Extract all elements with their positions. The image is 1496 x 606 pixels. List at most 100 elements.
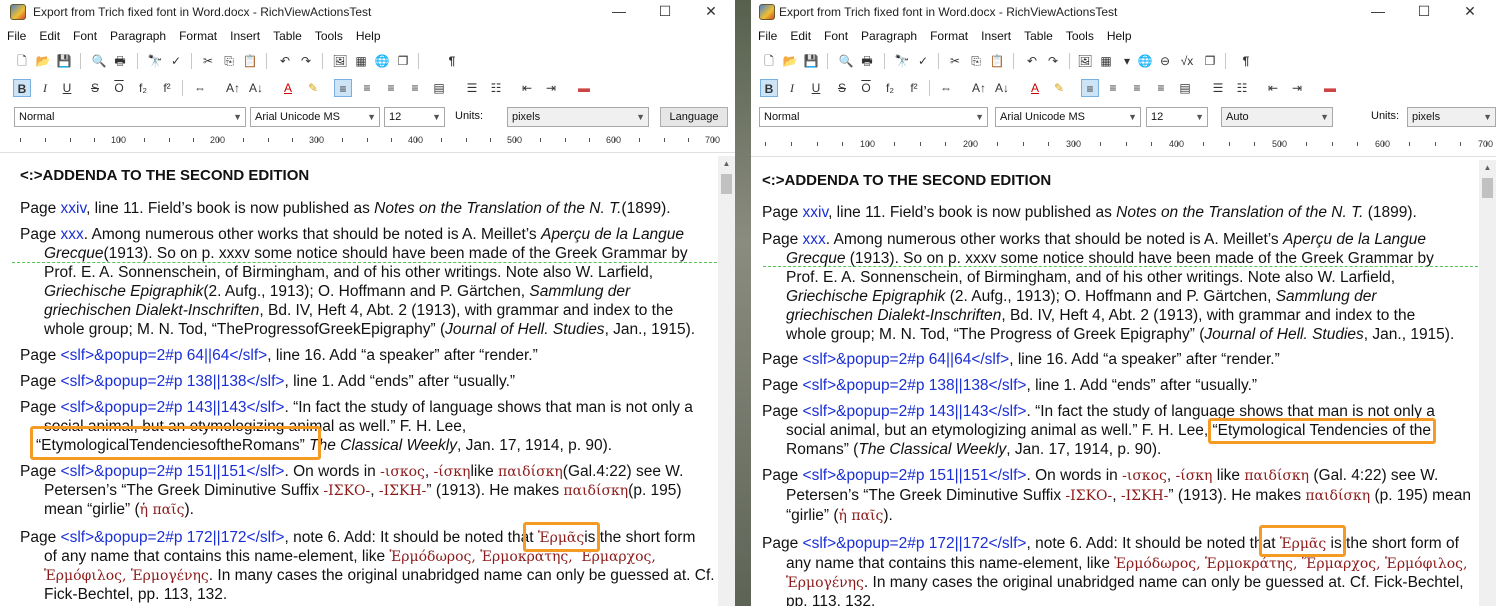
page-link[interactable]: <slf>&popup=2#p 138||138</slf> (803, 377, 1027, 394)
hide-text-icon[interactable]: ⇔ (937, 79, 955, 97)
strikethrough-icon[interactable]: S (833, 79, 851, 97)
underline-icon[interactable]: U (58, 79, 76, 97)
save-icon[interactable]: 💾 (802, 52, 820, 70)
insert-object-icon[interactable]: ❐ (1201, 52, 1219, 70)
print-preview-icon[interactable]: 🔍 (90, 52, 108, 70)
copy-icon[interactable]: ⎘ (967, 52, 985, 70)
italic-icon[interactable]: I (36, 79, 54, 97)
language-button[interactable]: Language (660, 107, 728, 127)
numbering-icon[interactable]: ☷ (487, 79, 505, 97)
insert-hyperlink-icon[interactable]: 🌐 (1136, 52, 1154, 70)
strikethrough-icon[interactable]: S (86, 79, 104, 97)
font-combo[interactable]: Arial Unicode MS ▼ (250, 107, 380, 127)
align-center-icon[interactable]: ≡ (358, 79, 376, 97)
menu-edit[interactable]: Edit (32, 26, 66, 43)
menu-file[interactable]: File (751, 26, 783, 43)
units-combo[interactable]: pixels ▼ (507, 107, 649, 127)
menu-paragraph[interactable]: Paragraph (103, 26, 172, 43)
menu-table[interactable]: Table (1017, 26, 1059, 43)
print-preview-icon[interactable]: 🔍 (837, 52, 855, 70)
spell-check-icon[interactable]: ✓ (167, 52, 185, 70)
minimize-button[interactable]: — (1355, 0, 1401, 24)
new-file-icon[interactable]: 🗋 (13, 52, 31, 70)
menu-insert[interactable]: Insert (223, 26, 266, 43)
menu-edit[interactable]: Edit (783, 26, 817, 43)
scroll-up-icon[interactable]: ▲ (1479, 160, 1496, 176)
menu-help[interactable]: Help (349, 26, 387, 43)
align-right-icon[interactable]: ≡ (1128, 79, 1146, 97)
font-combo[interactable]: Arial Unicode MS ▼ (995, 107, 1141, 127)
page-link[interactable]: xxiv (61, 200, 87, 217)
cut-icon[interactable]: ✂ (946, 52, 964, 70)
overline-icon[interactable]: O (110, 79, 128, 97)
minimize-button[interactable]: — (596, 0, 642, 24)
grow-font-icon[interactable]: A↑ (970, 79, 988, 97)
page-link[interactable]: <slf>&popup=2#p 151||151</slf> (61, 463, 285, 480)
decrease-indent-icon[interactable]: ⇤ (1264, 79, 1282, 97)
insert-picture-icon[interactable]: 🖼 (1076, 52, 1094, 70)
menu-font[interactable]: Font (66, 26, 103, 43)
maximize-button[interactable]: ☐ (1401, 0, 1447, 24)
align-right-icon[interactable]: ≡ (382, 79, 400, 97)
save-icon[interactable]: 💾 (55, 52, 73, 70)
page-link[interactable]: xxiv (803, 204, 829, 221)
insert-table-icon[interactable]: ▦ (352, 52, 370, 70)
close-button[interactable]: ✕ (688, 0, 734, 24)
insert-hyperlink-icon[interactable]: 🌐 (373, 52, 391, 70)
font-color-icon[interactable]: A (279, 79, 297, 97)
maximize-button[interactable]: ☐ (642, 0, 688, 24)
bold-icon[interactable]: B (760, 79, 778, 97)
new-file-icon[interactable]: 🗋 (760, 52, 778, 70)
table-dropdown-icon[interactable]: ▾ (1118, 52, 1136, 70)
increase-indent-icon[interactable]: ⇥ (542, 79, 560, 97)
style-combo[interactable]: Normal ▼ (759, 107, 988, 127)
close-button[interactable]: ✕ (1447, 0, 1493, 24)
page-link[interactable]: <slf>&popup=2#p 143||143</slf> (61, 399, 285, 416)
subscript-icon[interactable]: f₂ (881, 79, 899, 97)
distribute-icon[interactable]: ▤ (1176, 79, 1194, 97)
distribute-icon[interactable]: ▤ (430, 79, 448, 97)
menu-font[interactable]: Font (817, 26, 854, 43)
paste-icon[interactable]: 📋 (241, 52, 259, 70)
open-folder-icon[interactable]: 📂 (34, 52, 52, 70)
page-link[interactable]: <slf>&popup=2#p 151||151</slf> (803, 467, 1027, 484)
document-area[interactable]: ▲ <:>ADDENDA TO THE SECOND EDITION Page … (0, 156, 735, 606)
align-left-icon[interactable]: ≡ (1081, 79, 1099, 97)
page-link[interactable]: xxx (803, 231, 826, 248)
cut-icon[interactable]: ✂ (199, 52, 217, 70)
insert-symbol-icon[interactable]: ⊖ (1156, 52, 1174, 70)
auto-combo[interactable]: Auto ▼ (1221, 107, 1333, 127)
numbering-icon[interactable]: ☷ (1233, 79, 1251, 97)
undo-icon[interactable]: ↶ (1023, 52, 1041, 70)
menu-tools[interactable]: Tools (1059, 26, 1100, 43)
overline-icon[interactable]: O (857, 79, 875, 97)
ruler[interactable]: 100 200 300 400 500 600 700 (751, 135, 1496, 157)
redo-icon[interactable]: ↷ (1044, 52, 1062, 70)
print-icon[interactable]: 🖶 (858, 52, 876, 70)
page-link[interactable]: <slf>&popup=2#p 143||143</slf> (803, 403, 1027, 420)
find-icon[interactable]: 🔭 (146, 52, 164, 70)
font-color-icon[interactable]: A (1026, 79, 1044, 97)
menu-format[interactable]: Format (923, 26, 974, 43)
pilcrow-icon[interactable]: ¶ (1237, 52, 1255, 70)
bullets-icon[interactable]: ☰ (1209, 79, 1227, 97)
paste-icon[interactable]: 📋 (988, 52, 1006, 70)
highlight-icon[interactable]: ✎ (304, 79, 322, 97)
menu-file[interactable]: File (0, 26, 32, 43)
page-link[interactable]: <slf>&popup=2#p 64||64</slf> (61, 347, 268, 364)
superscript-icon[interactable]: f² (905, 79, 923, 97)
background-color-icon[interactable]: ▬ (575, 79, 593, 97)
insert-table-icon[interactable]: ▦ (1097, 52, 1115, 70)
undo-icon[interactable]: ↶ (276, 52, 294, 70)
increase-indent-icon[interactable]: ⇥ (1288, 79, 1306, 97)
align-left-icon[interactable]: ≡ (334, 79, 352, 97)
page-link[interactable]: <slf>&popup=2#p 138||138</slf> (61, 373, 285, 390)
underline-icon[interactable]: U (807, 79, 825, 97)
menu-tools[interactable]: Tools (308, 26, 349, 43)
highlight-icon[interactable]: ✎ (1050, 79, 1068, 97)
document-area[interactable]: ▲ <:>ADDENDA TO THE SECOND EDITION Page … (751, 160, 1496, 606)
background-color-icon[interactable]: ▬ (1321, 79, 1339, 97)
insert-picture-icon[interactable]: 🖼 (331, 52, 349, 70)
align-center-icon[interactable]: ≡ (1104, 79, 1122, 97)
justify-icon[interactable]: ≡ (1152, 79, 1170, 97)
